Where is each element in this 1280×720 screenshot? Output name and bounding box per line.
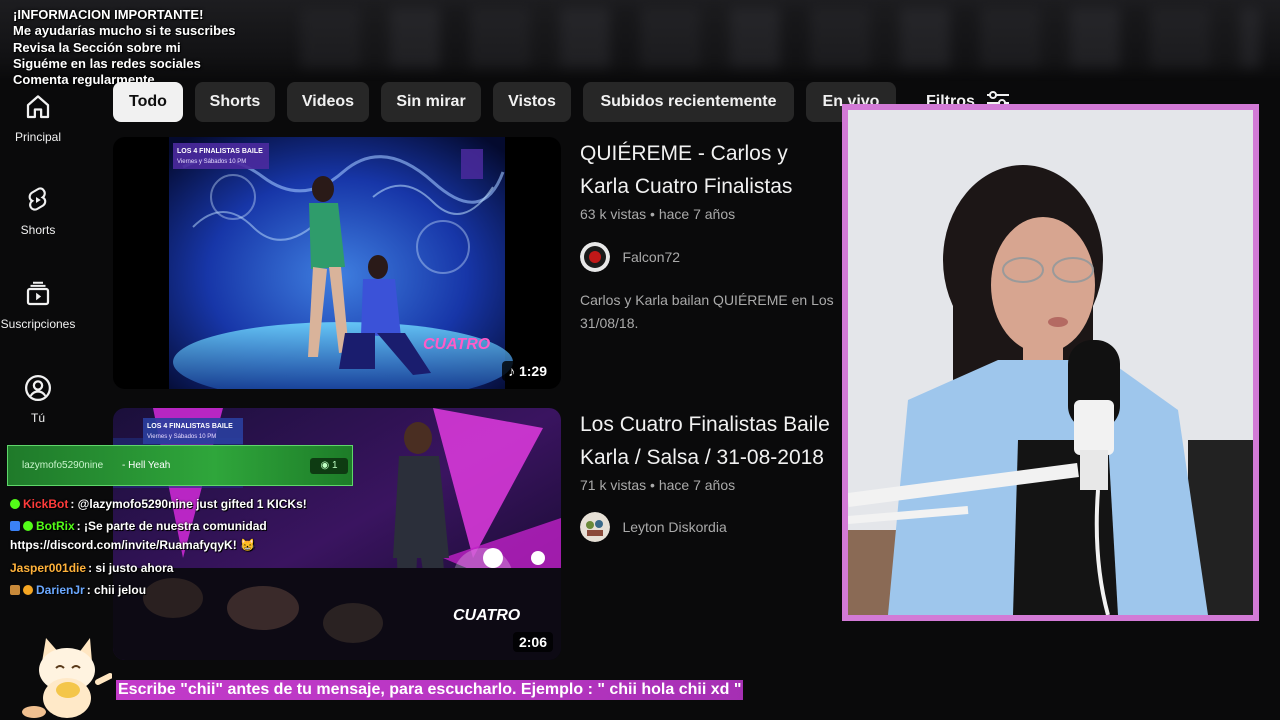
sidebar-item-principal[interactable]: Principal (0, 92, 76, 144)
sidebar-item-suscripciones[interactable]: Suscripciones (0, 279, 76, 331)
thumbnail-banner-subtext: Viernes y Sábados 10 PM (147, 434, 216, 440)
chip-videos[interactable]: Videos (287, 82, 369, 122)
thumbnail-banner-text: LOS 4 FINALISTAS BAILE (147, 423, 233, 430)
thumbnail-banner-text: LOS 4 FINALISTAS BAILE (177, 148, 263, 155)
gift-alert: lazymofo5290nine - Hell Yeah ◉ 1 (7, 445, 353, 486)
gift-username: lazymofo5290nine (22, 460, 104, 471)
chat-username: DarienJr (36, 583, 85, 597)
chat-text: : @lazymofo5290nine just gifted 1 KICKs! (70, 497, 307, 511)
info-line: Revisa la Sección sobre mi (13, 39, 181, 55)
sidebar-item-label: Principal (14, 130, 62, 144)
stream-info-banner: ¡INFORMACION IMPORTANTE! Me ayudarías mu… (13, 7, 236, 88)
info-line: Siguéme en las redes sociales (13, 55, 201, 71)
duration-text: 1:29 (518, 363, 547, 379)
channel-avatar (580, 512, 610, 542)
channel-link[interactable]: Falcon72 (580, 242, 680, 274)
chat-message: KickBot: @lazymofo5290nine just gifted 1… (10, 497, 307, 511)
chip-sin-mirar[interactable]: Sin mirar (381, 82, 481, 122)
chat-message: DarienJr: chii jelou (10, 583, 146, 597)
video-duration: 2:06 (512, 632, 553, 652)
shorts-icon (28, 187, 47, 211)
sidebar-item-label: Suscripciones (0, 317, 76, 331)
webcam-image (848, 110, 1253, 615)
verified-badge-icon (10, 499, 20, 509)
video-meta: 71 k vistas • hace 7 años (580, 477, 736, 493)
bot-badge-icon (10, 521, 20, 531)
music-note-icon: ♪ (508, 363, 516, 379)
channel-link[interactable]: Leyton Diskordia (580, 512, 727, 544)
video-meta: 63 k vistas • hace 7 años (580, 206, 736, 222)
sidebar-item-tu[interactable]: Tú (0, 373, 76, 425)
user-icon (25, 375, 51, 401)
chat-text: : chii jelou (86, 583, 147, 597)
video-title[interactable]: QUIÉREME - Carlos y Karla Cuatro Finalis… (580, 137, 842, 203)
thumbnail-banner-subtext: Viernes y Sábados 10 PM (177, 159, 246, 165)
home-icon (26, 95, 50, 119)
gift-message: - Hell Yeah (122, 460, 171, 471)
svg-text:CUATRO: CUATRO (423, 336, 491, 353)
sidebar-item-label: Shorts (20, 223, 56, 237)
chat-username: BotRix (36, 519, 75, 533)
subscriptions-icon (26, 281, 50, 306)
chat-text: https://discord.com/invite/RuamafyqyK! 😸 (10, 538, 255, 552)
video-thumbnail[interactable]: LOS 4 FINALISTAS BAILE Viernes y Sábados… (113, 137, 561, 389)
chat-message: https://discord.com/invite/RuamafyqyK! 😸 (10, 538, 255, 552)
chat-message: BotRix: ¡Se parte de nuestra comunidad (10, 519, 267, 533)
svg-text:CUATRO: CUATRO (453, 607, 521, 624)
video-duration: ♪ 1:29 (502, 361, 553, 381)
subscriber-badge-icon (10, 585, 20, 595)
chat-instruction-banner: Escribe "chii" antes de tu mensaje, para… (116, 680, 744, 700)
channel-avatar (580, 242, 610, 272)
gifter-badge-icon (23, 585, 33, 595)
gift-count-badge: ◉ 1 (310, 458, 348, 474)
video-title[interactable]: Los Cuatro Finalistas Baile Karla / Sals… (580, 408, 842, 474)
chip-vistos[interactable]: Vistos (493, 82, 571, 122)
chat-text: : si justo ahora (88, 561, 174, 575)
info-line: ¡INFORMACION IMPORTANTE! (13, 7, 204, 22)
verified-badge-icon (23, 521, 33, 531)
chip-subidos-recientemente[interactable]: Subidos recientemente (583, 82, 794, 122)
info-line: Me ayudarías mucho si te suscribes (13, 23, 236, 39)
chat-message: Jasper001die: si justo ahora (10, 561, 173, 575)
blurred-header-background (300, 8, 1260, 68)
chat-username: Jasper001die (10, 561, 87, 575)
chat-text: : ¡Se parte de nuestra comunidad (76, 519, 267, 533)
gift-count: 1 (331, 460, 338, 471)
chat-username: KickBot (23, 497, 69, 511)
cat-mascot-icon (22, 638, 112, 718)
webcam-overlay (842, 104, 1259, 621)
thumbnail-image: LOS 4 FINALISTAS BAILE Viernes y Sábados… (169, 137, 513, 389)
sidebar-item-shorts[interactable]: Shorts (0, 185, 76, 237)
video-description: Carlos y Karla bailan QUIÉREME en Los 31… (580, 292, 834, 331)
channel-name: Leyton Diskordia (622, 519, 727, 535)
chip-shorts[interactable]: Shorts (195, 82, 275, 122)
sidebar-item-label: Tú (30, 411, 45, 425)
chip-todo[interactable]: Todo (113, 82, 183, 122)
channel-name: Falcon72 (622, 249, 681, 265)
kick-icon: ◉ (320, 460, 332, 471)
